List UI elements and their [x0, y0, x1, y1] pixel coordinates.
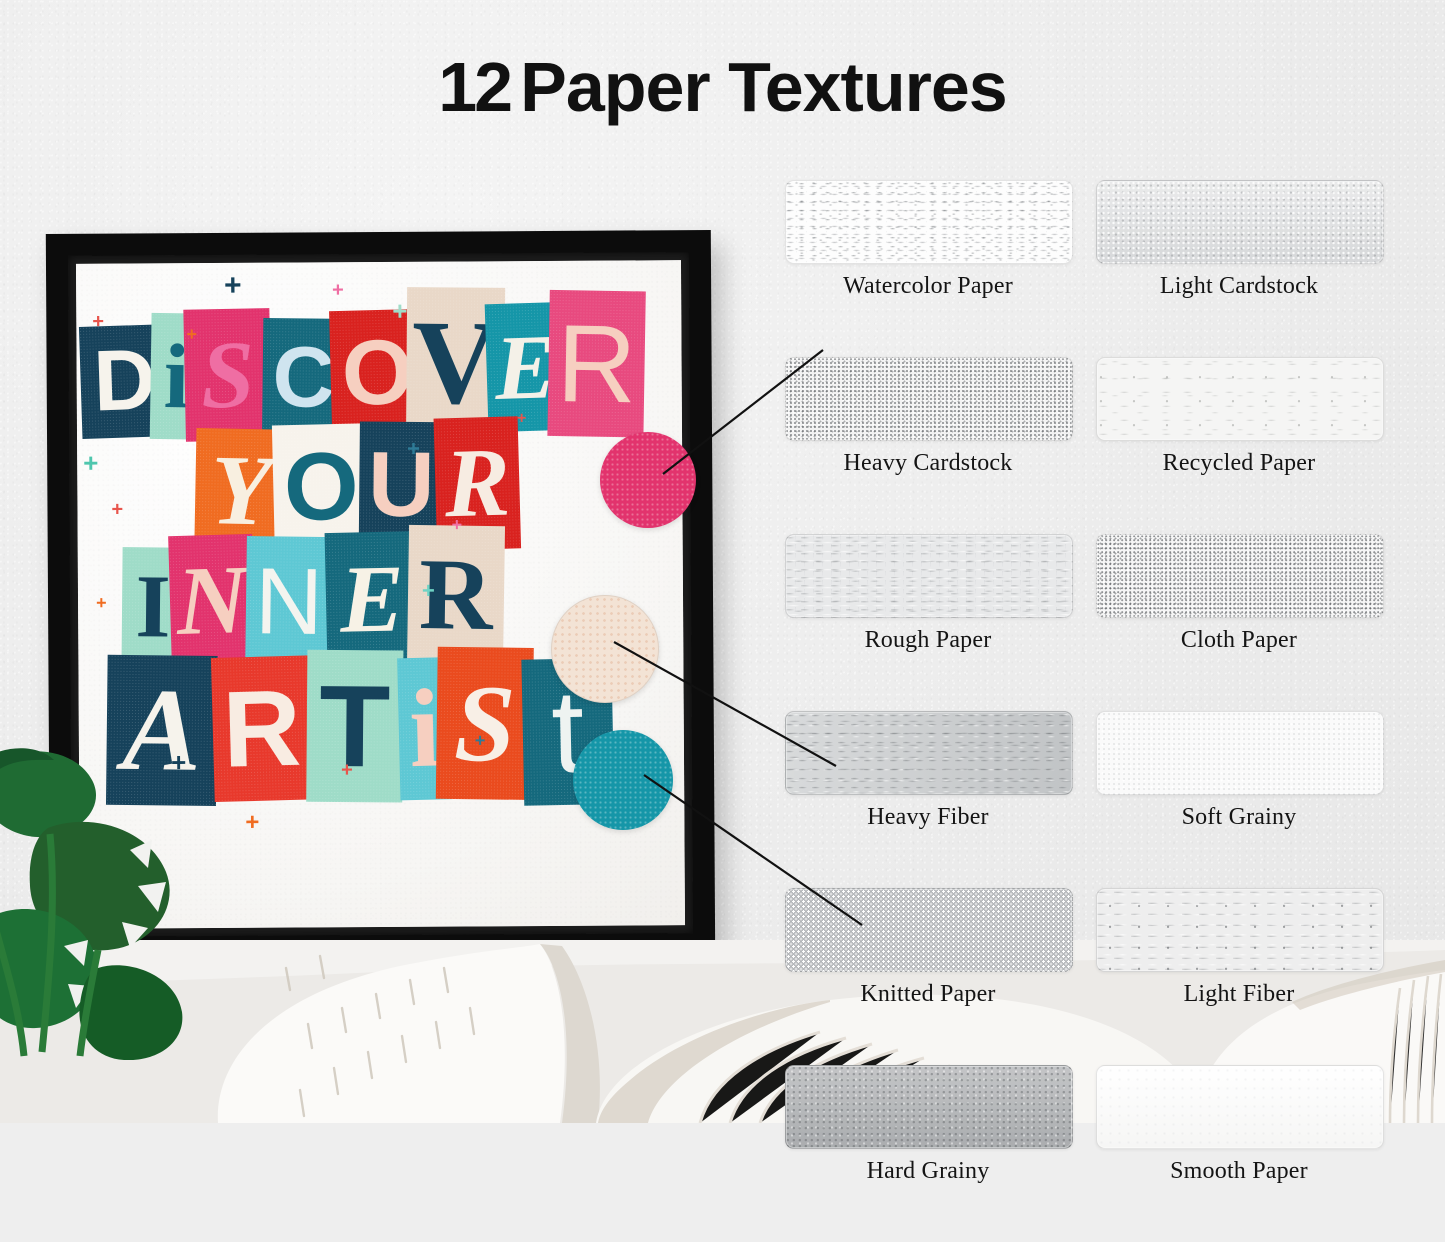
callout-texture	[573, 730, 673, 830]
collage-letter-tile: E	[324, 531, 420, 668]
swatch-row: Knitted Paper Light Fiber	[785, 888, 1385, 1008]
swatch-preview-hard-grainy[interactable]	[785, 1065, 1073, 1149]
page-title: 12 Paper Textures	[0, 52, 1445, 122]
callout-texture	[600, 432, 696, 528]
swatch-preview-smooth-paper[interactable]	[1096, 1065, 1384, 1149]
swatch-label: Hard Grainy	[866, 1158, 990, 1184]
collage-letter-tile: N	[245, 536, 333, 668]
collage-letter-glyph: S	[199, 320, 256, 429]
swatch-cell[interactable]: Hard Grainy	[785, 1065, 1073, 1185]
plus-decoration-icon: +	[451, 514, 463, 535]
swatch-cell[interactable]: Soft Grainy	[1096, 711, 1384, 831]
plus-decoration-icon: +	[407, 435, 421, 461]
plus-decoration-icon: +	[92, 310, 105, 333]
swatch-preview-heavy-cardstock[interactable]	[785, 357, 1073, 441]
swatch-label: Watercolor Paper	[843, 273, 1013, 299]
swatch-cell[interactable]: Rough Paper	[785, 534, 1073, 654]
swatch-label: Knitted Paper	[860, 981, 996, 1007]
plus-decoration-icon: +	[111, 498, 124, 521]
plus-decoration-icon: +	[341, 759, 353, 782]
collage-letter-glyph: O	[340, 320, 415, 425]
plus-decoration-icon: +	[83, 447, 99, 478]
texture-swatch-grid: Watercolor Paper Light Cardstock Heavy Car…	[785, 180, 1385, 1242]
collage-letter-glyph: U	[367, 433, 436, 536]
swatch-cell[interactable]: Recycled Paper	[1096, 357, 1384, 477]
plus-decoration-icon: +	[224, 268, 242, 302]
plus-decoration-icon: +	[421, 577, 435, 603]
swatch-row: Hard Grainy Smooth Paper	[785, 1065, 1385, 1185]
collage-letter-glyph: Y	[209, 434, 273, 547]
collage-letter-glyph: I	[135, 556, 172, 657]
swatch-cell[interactable]: Smooth Paper	[1096, 1065, 1384, 1185]
swatch-label: Soft Grainy	[1181, 804, 1297, 830]
swatch-row: Heavy Fiber Soft Grainy	[785, 711, 1385, 831]
swatch-preview-cloth-paper[interactable]	[1096, 534, 1384, 618]
collage-letter-glyph: R	[555, 301, 638, 426]
swatch-row: Watercolor Paper Light Cardstock	[785, 180, 1385, 300]
collage-letter-glyph: D	[92, 331, 158, 430]
title-text: Paper Textures	[520, 48, 1008, 126]
callout-circle-magenta	[600, 432, 696, 528]
callout-circle-teal	[573, 730, 673, 830]
plus-decoration-icon: +	[245, 808, 260, 836]
swatch-cell[interactable]: Light Fiber	[1096, 888, 1384, 1008]
title-number: 12	[438, 48, 513, 126]
callout-circle-cream	[551, 595, 659, 703]
swatch-cell[interactable]: Cloth Paper	[1096, 534, 1384, 654]
swatch-preview-recycled-paper[interactable]	[1096, 357, 1384, 441]
plus-decoration-icon: +	[516, 410, 527, 428]
collage-letter-tile: R	[547, 289, 646, 438]
swatch-preview-knitted-paper[interactable]	[785, 888, 1073, 972]
swatch-label: Heavy Fiber	[867, 804, 989, 830]
collage-letter-glyph: E	[338, 544, 406, 653]
collage-letter-tile: S	[435, 646, 534, 800]
monstera-plant	[0, 748, 183, 1060]
swatch-label: Cloth Paper	[1180, 627, 1298, 653]
swatch-label: Light Cardstock	[1159, 273, 1319, 299]
swatch-cell[interactable]: Heavy Cardstock	[785, 357, 1073, 477]
swatch-preview-light-fiber[interactable]	[1096, 888, 1384, 972]
swatch-row: Heavy Cardstock Recycled Paper	[785, 357, 1385, 477]
plus-decoration-icon: +	[392, 295, 408, 326]
swatch-cell[interactable]: Heavy Fiber	[785, 711, 1073, 831]
collage-letter-tile: T	[306, 649, 404, 803]
collage-letter-glyph: N	[175, 545, 249, 656]
swatch-label: Recycled Paper	[1162, 450, 1316, 476]
plus-decoration-icon: +	[95, 592, 107, 613]
plus-decoration-icon: +	[332, 279, 344, 302]
collage-letter-tile: N	[168, 533, 256, 669]
swatch-label: Light Fiber	[1183, 981, 1295, 1007]
collage-letter-glyph: C	[272, 329, 336, 427]
swatch-label: Heavy Cardstock	[843, 450, 1013, 476]
swatch-label: Rough Paper	[864, 627, 992, 653]
swatch-preview-soft-grainy[interactable]	[1096, 711, 1384, 795]
collage-letter-glyph: N	[254, 547, 324, 654]
collage-letter-glyph: T	[318, 660, 391, 792]
plus-decoration-icon: +	[474, 730, 486, 751]
swatch-cell[interactable]: Watercolor Paper	[785, 180, 1073, 300]
collage-letter-glyph: S	[453, 661, 517, 785]
swatch-preview-light-cardstock[interactable]	[1096, 180, 1384, 264]
swatch-preview-heavy-fiber[interactable]	[785, 711, 1073, 795]
swatch-cell[interactable]: Light Cardstock	[1096, 180, 1384, 300]
swatch-label: Smooth Paper	[1170, 1158, 1308, 1184]
collage-letter-glyph: O	[282, 432, 360, 542]
swatch-row: Rough Paper Cloth Paper	[785, 534, 1385, 654]
callout-texture	[552, 596, 658, 702]
collage-letter-glyph: R	[221, 667, 303, 791]
plus-decoration-icon: +	[186, 324, 197, 345]
swatch-preview-watercolor-paper[interactable]	[785, 180, 1073, 264]
swatch-preview-rough-paper[interactable]	[785, 534, 1073, 618]
swatch-cell[interactable]: Knitted Paper	[785, 888, 1073, 1008]
